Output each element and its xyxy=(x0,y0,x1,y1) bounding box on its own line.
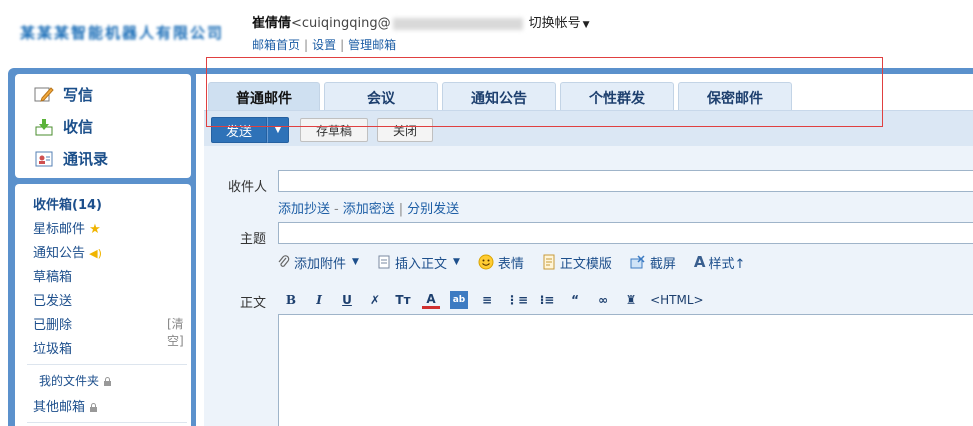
contacts-button[interactable]: 通讯录 xyxy=(33,148,108,169)
template-icon xyxy=(543,254,555,270)
inbox-download-icon xyxy=(33,117,55,137)
close-button[interactable]: 关闭 xyxy=(377,118,433,142)
settings-link[interactable]: 设置 xyxy=(312,38,336,52)
folder-sent[interactable]: 已发送 xyxy=(33,290,72,309)
compose-button[interactable]: 写信 xyxy=(33,84,93,105)
subject-label: 主题 xyxy=(240,232,267,247)
other-mailboxes[interactable]: 其他邮箱 xyxy=(33,396,98,415)
paperclip-icon xyxy=(278,255,290,267)
company-logo: 某某某智能机器人有限公司 xyxy=(20,24,225,42)
link-icon[interactable]: ∞ xyxy=(594,291,612,309)
body-editor[interactable] xyxy=(278,314,973,426)
add-cc-link[interactable]: 添加抄送 xyxy=(278,202,330,217)
recipient-options: 添加抄送 - 添加密送 | 分别发送 xyxy=(278,202,460,217)
folder-notice[interactable]: 通知公告 ◀) xyxy=(33,242,102,261)
address-book-icon xyxy=(33,149,55,169)
italic-icon[interactable]: I xyxy=(310,291,328,309)
header-links: 邮箱首页 | 设置 | 管理邮箱 xyxy=(252,38,397,52)
smiley-icon xyxy=(478,254,494,270)
compose-form: 收件人 添加抄送 - 添加密送 | 分别发送 主题 添加附件 ▼ 插入正文 ▼ 表情 正文模… xyxy=(204,146,973,426)
send-separately-link[interactable]: 分别发送 xyxy=(407,202,459,217)
scissors-icon xyxy=(630,255,645,269)
tab-confidential[interactable]: 保密邮件 xyxy=(678,82,792,112)
body-label: 正文 xyxy=(240,296,267,311)
save-draft-button[interactable]: 存草稿 xyxy=(300,118,368,142)
sidebar-folders: 收件箱(14) 星标邮件 ★ 通知公告 ◀) 草稿箱 已发送 已删除 [清空] … xyxy=(15,184,191,426)
folder-junk[interactable]: 垃圾箱 xyxy=(33,338,72,357)
editor-toolbar: B I U ✗ Tт A ab ≡ ⋮≡ ⁝≡ “ ∞ ♜ <HTML> xyxy=(282,290,714,310)
receive-button[interactable]: 收信 xyxy=(33,116,93,137)
folder-deleted[interactable]: 已删除 xyxy=(33,314,72,333)
user-name: 崔倩倩 xyxy=(252,16,292,31)
speaker-icon: ◀) xyxy=(89,247,102,260)
send-button[interactable]: 发送 xyxy=(211,117,267,143)
bold-icon[interactable]: B xyxy=(282,291,300,309)
tab-group-send[interactable]: 个性群发 xyxy=(560,82,674,112)
send-options-dropdown[interactable]: ▼ xyxy=(267,117,289,143)
user-line: 崔倩倩<cuiqingqing@ 切换帐号 ▼ xyxy=(252,12,590,31)
document-icon xyxy=(378,255,390,269)
insert-body-button[interactable]: 插入正文 ▼ xyxy=(377,253,460,272)
underline-icon[interactable]: U xyxy=(338,291,356,309)
font-color-icon[interactable]: A xyxy=(422,291,440,309)
lock-icon xyxy=(90,403,98,412)
font-size-icon[interactable]: Tт xyxy=(394,291,412,309)
tab-normal-mail[interactable]: 普通邮件 xyxy=(208,82,320,112)
paint-icon[interactable]: ♜ xyxy=(622,291,640,309)
clear-deleted-link[interactable]: [清空] xyxy=(167,315,191,349)
add-attachment-button[interactable]: 添加附件 ▼ xyxy=(278,253,359,272)
tab-notice[interactable]: 通知公告 xyxy=(442,82,556,112)
add-bcc-link[interactable]: 添加密送 xyxy=(343,202,395,217)
chevron-down-icon: ▼ xyxy=(274,125,282,135)
html-toggle[interactable]: <HTML> xyxy=(650,291,704,309)
folder-drafts[interactable]: 草稿箱 xyxy=(33,266,72,285)
user-block: 崔倩倩<cuiqingqing@ 切换帐号 ▼ 邮箱首页 | 设置 | 管理邮箱 xyxy=(252,12,590,53)
manage-mailbox-link[interactable]: 管理邮箱 xyxy=(348,38,396,52)
numbered-list-icon[interactable]: ⋮≡ xyxy=(506,291,528,309)
divider xyxy=(27,422,187,423)
sidebar-actions: 写信 收信 通讯录 xyxy=(15,74,191,178)
compose-panel: 普通邮件 会议 通知公告 个性群发 保密邮件 发送 ▼ 存草稿 关闭 收件人 添… xyxy=(196,74,973,426)
chevron-down-icon: ▼ xyxy=(452,257,460,267)
header: 某某某智能机器人有限公司 崔倩倩<cuiqingqing@ 切换帐号 ▼ 邮箱首页 |… xyxy=(0,0,973,68)
pencil-icon xyxy=(33,85,55,105)
mailbox-home-link[interactable]: 邮箱首页 xyxy=(252,38,300,52)
tab-bar: 普通邮件 会议 通知公告 个性群发 保密邮件 xyxy=(196,74,973,112)
to-label: 收件人 xyxy=(228,180,268,195)
template-button[interactable]: 正文模版 xyxy=(542,253,612,272)
quote-icon[interactable]: “ xyxy=(566,291,584,309)
align-icon[interactable]: ≡ xyxy=(478,291,496,309)
bullet-list-icon[interactable]: ⁝≡ xyxy=(538,291,556,309)
screenshot-button[interactable]: 截屏 xyxy=(630,253,676,272)
to-input[interactable] xyxy=(278,170,973,192)
folder-inbox[interactable]: 收件箱(14) xyxy=(33,194,102,213)
emoji-button[interactable]: 表情 xyxy=(478,253,524,272)
subject-input[interactable] xyxy=(278,222,973,244)
compose-toolbar: 发送 ▼ 存草稿 关闭 xyxy=(204,110,973,146)
switch-account-button[interactable]: 切换帐号 ▼ xyxy=(529,16,590,31)
tab-meeting[interactable]: 会议 xyxy=(324,82,438,112)
my-folders[interactable]: 我的文件夹 xyxy=(39,372,112,389)
email-redacted xyxy=(392,17,523,30)
chevron-down-icon: ▼ xyxy=(582,20,590,30)
user-email: <cuiqingqing@ xyxy=(291,16,391,31)
font-style-icon: A xyxy=(693,253,706,271)
attachment-bar: 添加附件 ▼ 插入正文 ▼ 表情 正文模版 截屏 A 样式↑ xyxy=(278,252,763,272)
chevron-down-icon: ▼ xyxy=(352,257,359,267)
clear-format-icon[interactable]: ✗ xyxy=(366,291,384,309)
style-button[interactable]: A 样式↑ xyxy=(694,253,746,272)
star-icon: ★ xyxy=(89,222,101,237)
lock-icon xyxy=(104,377,112,386)
divider xyxy=(27,364,187,365)
highlight-icon[interactable]: ab xyxy=(450,291,468,309)
folder-starred[interactable]: 星标邮件 ★ xyxy=(33,218,101,237)
